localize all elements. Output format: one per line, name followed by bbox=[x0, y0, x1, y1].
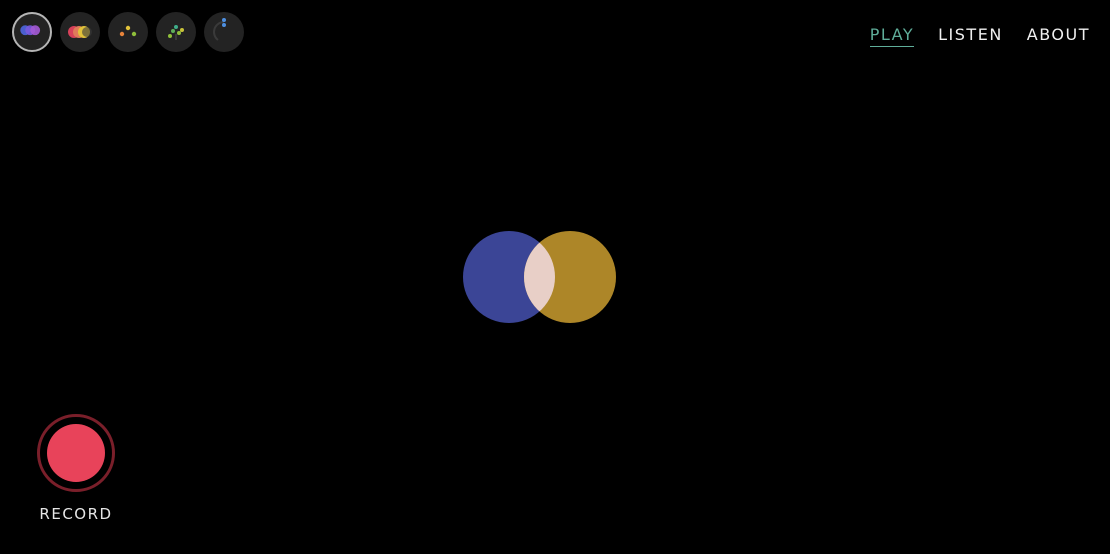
visualizer-stage[interactable] bbox=[458, 226, 622, 328]
dots-mode-icon bbox=[119, 25, 137, 37]
nav-listen[interactable]: LISTEN bbox=[938, 26, 1003, 47]
nav-play[interactable]: PLAY bbox=[869, 26, 915, 47]
mode-selector bbox=[12, 12, 252, 52]
mode-button-dots[interactable] bbox=[108, 12, 148, 52]
mode-button-radial[interactable] bbox=[204, 12, 244, 52]
mode-button-overlap[interactable] bbox=[60, 12, 100, 52]
record-icon bbox=[47, 424, 105, 482]
mode-button-bars[interactable] bbox=[156, 12, 196, 52]
radial-mode-icon bbox=[213, 18, 226, 41]
bars-mode-icon bbox=[168, 25, 184, 40]
record-button[interactable] bbox=[37, 414, 115, 492]
record-label: RECORD bbox=[39, 505, 113, 523]
app-root: PLAY LISTEN ABOUT RECORD bbox=[0, 0, 1110, 554]
mode-button-circles[interactable] bbox=[12, 12, 52, 52]
top-nav: PLAY LISTEN ABOUT bbox=[846, 26, 1090, 47]
circles-mode-icon bbox=[20, 25, 41, 36]
overlap-mode-icon bbox=[68, 26, 92, 38]
nav-about[interactable]: ABOUT bbox=[1027, 26, 1090, 47]
